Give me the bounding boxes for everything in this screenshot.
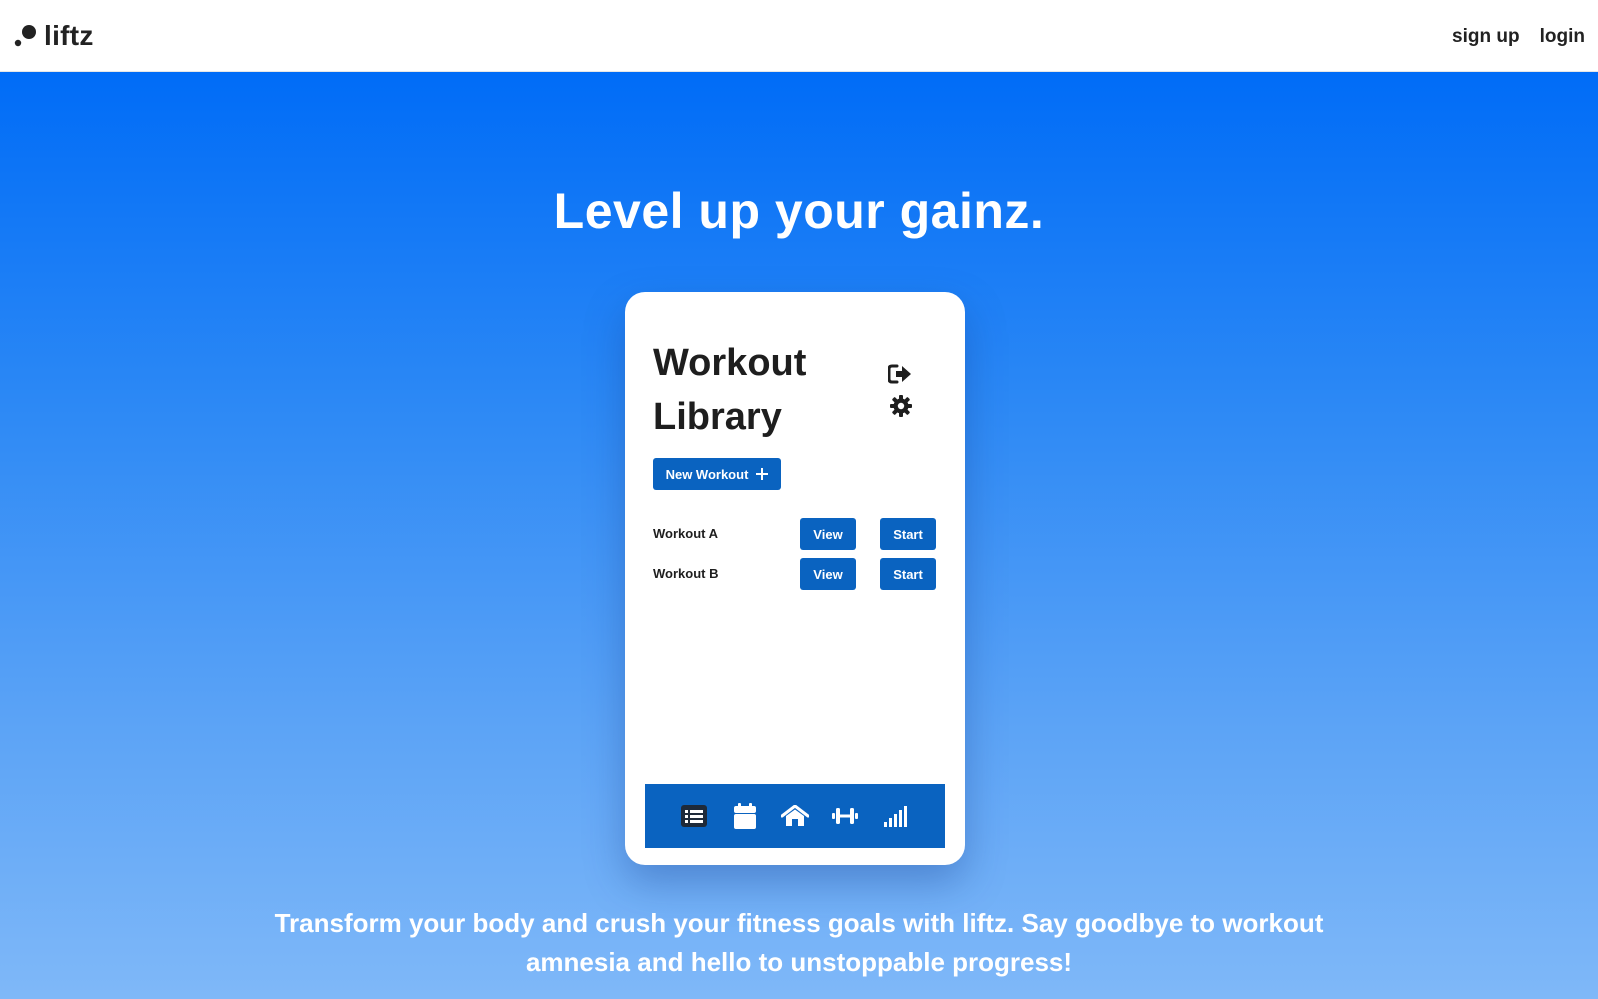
brand-logo[interactable]: liftz [13, 20, 94, 52]
auth-nav: sign up login [1452, 24, 1585, 48]
new-workout-button[interactable]: New Workout [653, 458, 781, 490]
hero-tagline: Transform your body and crush your fitne… [274, 908, 1324, 977]
brand-name: liftz [44, 19, 94, 51]
view-workout-button[interactable]: View [800, 558, 856, 590]
dumbbell-icon[interactable] [830, 801, 860, 831]
bottom-tab-bar [645, 784, 945, 848]
start-workout-button[interactable]: Start [880, 518, 936, 550]
dots-logo-icon [14, 24, 36, 46]
workout-name: Workout B [653, 566, 719, 581]
plus-icon [756, 468, 769, 480]
logout-icon[interactable] [887, 364, 912, 389]
title-line-2: Library [653, 396, 782, 438]
title-line-1: Workout [653, 342, 807, 384]
workout-row: Workout B View Start [653, 558, 937, 590]
home-icon[interactable] [780, 801, 810, 831]
login-link[interactable]: login [1540, 26, 1585, 48]
start-workout-button[interactable]: Start [880, 558, 936, 590]
calendar-icon[interactable] [730, 801, 760, 831]
new-workout-label: New Workout [665, 466, 749, 482]
signal-bars-icon[interactable] [881, 801, 911, 831]
hero-headline: Level up your gainz. [553, 183, 1045, 239]
workout-row: Workout A View Start [653, 518, 937, 550]
app-preview-card: Workout Library New Workout Workout A Vi… [625, 292, 965, 865]
signup-link[interactable]: sign up [1452, 26, 1520, 48]
list-icon[interactable] [679, 801, 709, 831]
workout-name: Workout A [653, 526, 718, 541]
top-navbar: liftz sign up login [0, 0, 1598, 72]
hero-section: Level up your gainz. Workout Library New… [0, 72, 1598, 999]
workout-library-title: Workout Library [653, 336, 853, 444]
view-workout-button[interactable]: View [800, 518, 856, 550]
gear-icon[interactable] [889, 394, 913, 423]
